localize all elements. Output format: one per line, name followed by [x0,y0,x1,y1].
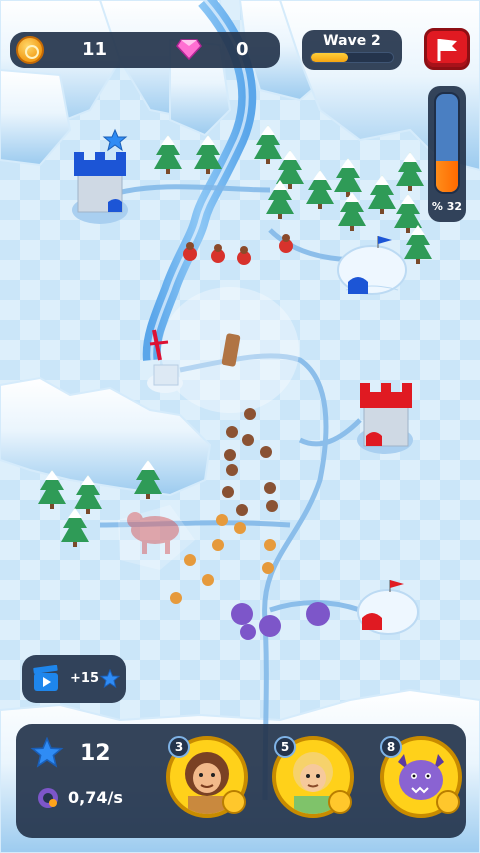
flag-icon [437,39,457,61]
star-rate-icon [38,788,58,808]
sword-icon [222,790,246,814]
wave-progress-fill [311,53,348,62]
hero-archer-level: 5 [274,736,296,758]
star-icon [100,669,120,689]
blue-tower[interactable] [72,152,128,224]
star-icon [102,128,128,152]
red-igloo[interactable] [357,580,419,635]
ally-army[interactable] [222,408,278,516]
star-rate: 0,74/s [68,788,123,807]
surrender-flag-button[interactable] [424,28,470,70]
base-health-bar [434,92,460,194]
gem-count: 0 [236,39,249,60]
hero-purple-beast-level: 8 [380,736,402,758]
target-icon [328,790,352,814]
base-health-fill [436,160,458,192]
wave-label: Wave 2 [323,33,381,49]
ice-cliffs-left [0,376,212,497]
wave-progress-bar [310,52,394,63]
gem-icon [176,39,202,60]
coin-icon [16,36,44,64]
ghost-boar [118,505,195,570]
star-icon [30,737,64,768]
ad-reward-label: +15 [70,671,99,686]
shield-icon [436,790,460,814]
hero-caveman-level: 3 [168,736,190,758]
blue-igloo[interactable] [337,236,407,295]
coin-count: 11 [82,39,108,60]
clapper-icon [33,665,58,691]
red-tower[interactable] [357,383,413,454]
base-health-text: % 32 [431,200,463,213]
star-count: 12 [80,741,111,766]
